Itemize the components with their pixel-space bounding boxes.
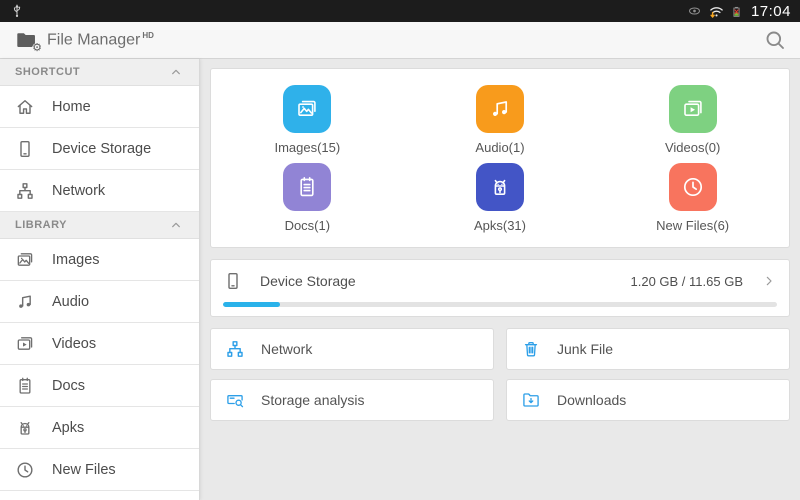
sidebar-item-network[interactable]: Network [0, 170, 199, 212]
sidebar-item-home[interactable]: Home [0, 86, 199, 128]
category-tile-videos[interactable]: Videos(0) [596, 81, 789, 159]
main-panel: Images(15) Audio(1) Videos(0) Docs(1) Ap… [200, 59, 800, 500]
tool-label: Junk File [557, 341, 613, 357]
home-icon [15, 97, 35, 117]
app-title-text: File Manager [47, 31, 140, 48]
clock-icon [669, 163, 717, 211]
tool-card-junk-file[interactable]: Junk File [506, 328, 790, 370]
category-label: Audio(1) [475, 140, 524, 155]
search-icon[interactable] [763, 28, 787, 52]
category-label: Docs(1) [285, 218, 331, 233]
sidebar-item-label: Network [52, 183, 105, 199]
tool-card-downloads[interactable]: Downloads [506, 379, 790, 421]
sidebar-item-label: Videos [52, 336, 96, 352]
section-label: LIBRARY [15, 219, 67, 231]
sidebar-item-label: Audio [52, 294, 89, 310]
device-storage-label: Device Storage [260, 273, 356, 289]
tool-label: Storage analysis [261, 392, 365, 408]
app-title: File ManagerHD [47, 31, 154, 49]
sidebar: SHORTCUT Home Device Storage Network LIB… [0, 59, 200, 500]
audio-icon [15, 292, 35, 312]
sidebar-section-shortcut[interactable]: SHORTCUT [0, 59, 199, 86]
category-grid: Images(15) Audio(1) Videos(0) Docs(1) Ap… [210, 68, 790, 248]
app-title-hd-badge: HD [142, 31, 154, 40]
category-label: New Files(6) [656, 218, 729, 233]
category-tile-images[interactable]: Images(15) [211, 81, 404, 159]
sidebar-item-apks[interactable]: Apks [0, 407, 199, 449]
category-tile-docs[interactable]: Docs(1) [211, 159, 404, 237]
videos-icon [15, 334, 35, 354]
usb-icon [9, 3, 25, 19]
device-storage-card[interactable]: Device Storage 1.20 GB / 11.65 GB [210, 259, 790, 317]
sidebar-section-library[interactable]: LIBRARY [0, 212, 199, 239]
storage-progress-fill [223, 302, 280, 307]
storage-analysis-icon [225, 390, 245, 410]
section-label: SHORTCUT [15, 66, 80, 78]
eye-icon [686, 4, 703, 18]
sidebar-item-label: Apks [52, 420, 84, 436]
sidebar-item-label: Home [52, 99, 91, 115]
category-label: Images(15) [274, 140, 340, 155]
chevron-up-icon [168, 64, 184, 80]
category-tile-audio[interactable]: Audio(1) [404, 81, 597, 159]
sidebar-item-docs[interactable]: Docs [0, 365, 199, 407]
images-icon [15, 250, 35, 270]
tool-label: Network [261, 341, 312, 357]
trash-icon [521, 339, 541, 359]
status-clock: 17:04 [751, 3, 791, 20]
sidebar-item-audio[interactable]: Audio [0, 281, 199, 323]
sidebar-item-label: Device Storage [52, 141, 151, 157]
docs-icon [283, 163, 331, 211]
app-bar: ⚙ File ManagerHD [0, 22, 800, 59]
android-icon [476, 163, 524, 211]
network-icon [225, 339, 245, 359]
download-folder-icon [521, 390, 541, 410]
sidebar-item-videos[interactable]: Videos [0, 323, 199, 365]
wifi-download-icon [708, 3, 725, 20]
sidebar-item-label: New Files [52, 462, 116, 478]
tablet-icon [223, 271, 243, 291]
videos-icon [669, 85, 717, 133]
storage-usage-text: 1.20 GB / 11.65 GB [631, 274, 744, 289]
sidebar-item-device-storage[interactable]: Device Storage [0, 128, 199, 170]
category-tile-apks[interactable]: Apks(31) [404, 159, 597, 237]
storage-progress-track [223, 302, 777, 307]
category-tile-new-files[interactable]: New Files(6) [596, 159, 789, 237]
android-icon [15, 418, 35, 438]
clock-icon [15, 460, 35, 480]
sidebar-item-new-files[interactable]: New Files [0, 449, 199, 491]
category-label: Videos(0) [665, 140, 720, 155]
status-bar: 17:04 [0, 0, 800, 22]
docs-icon [15, 376, 35, 396]
chevron-up-icon [168, 217, 184, 233]
category-label: Apks(31) [474, 218, 526, 233]
tool-label: Downloads [557, 392, 626, 408]
tool-card-storage-analysis[interactable]: Storage analysis [210, 379, 494, 421]
audio-icon [476, 85, 524, 133]
tool-card-network[interactable]: Network [210, 328, 494, 370]
tablet-icon [15, 139, 35, 159]
chevron-right-icon [761, 273, 777, 289]
sidebar-item-label: Images [52, 252, 100, 268]
sidebar-item-images[interactable]: Images [0, 239, 199, 281]
battery-alert-icon [730, 3, 743, 20]
sidebar-item-label: Docs [52, 378, 85, 394]
images-icon [283, 85, 331, 133]
network-icon [15, 181, 35, 201]
gear-icon: ⚙ [32, 43, 42, 54]
app-logo-folder-gear-icon: ⚙ [13, 29, 39, 51]
tools-grid: Network Junk File Storage analysis Downl… [210, 328, 790, 421]
